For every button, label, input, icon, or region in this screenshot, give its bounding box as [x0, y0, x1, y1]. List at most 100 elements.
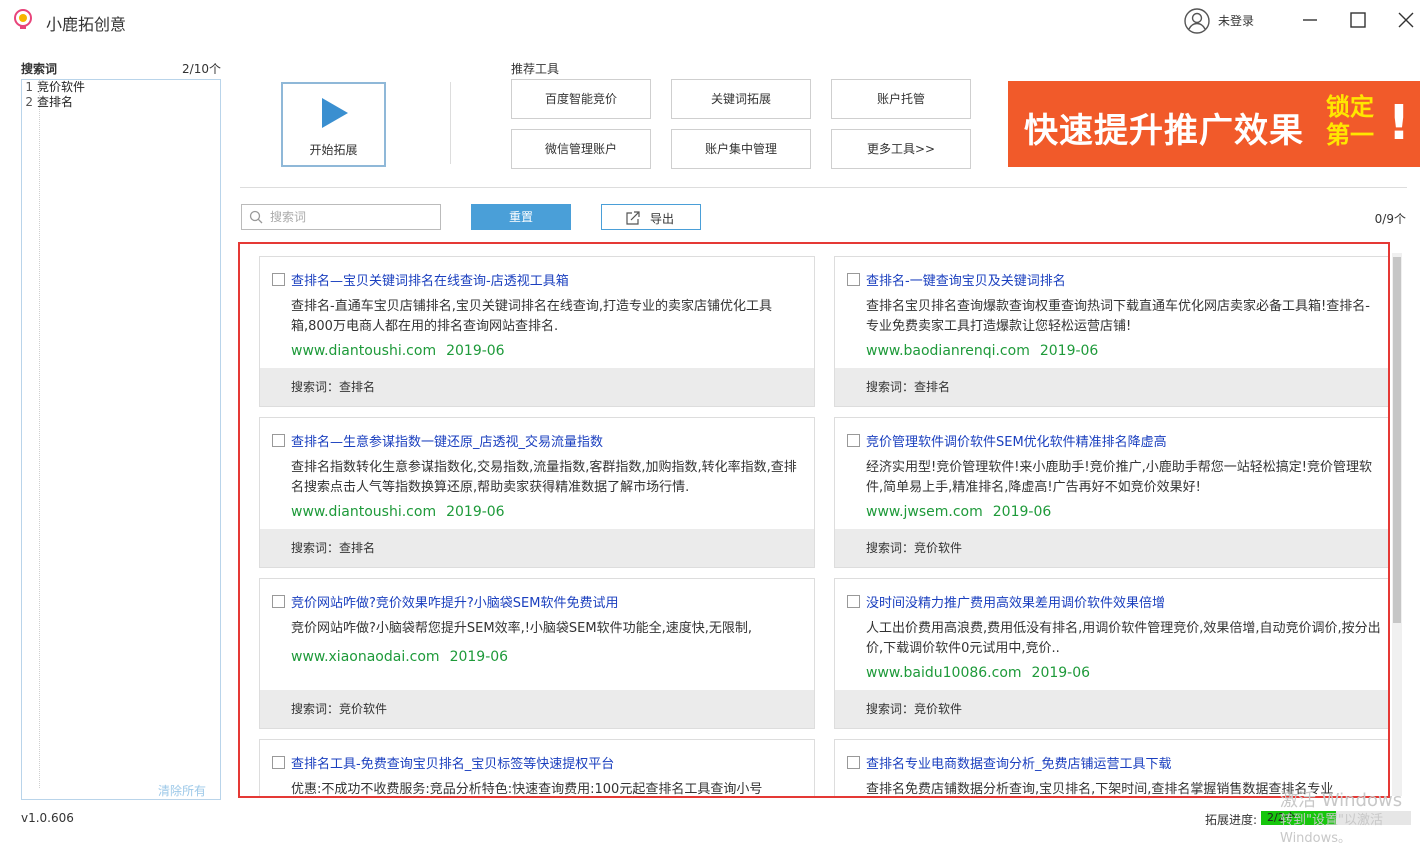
result-title-link[interactable]: 查排名-一键查询宝贝及关键词排名 [866, 270, 1066, 289]
result-title-link[interactable]: 竞价网站咋做?竞价效果咋提升?小脑袋SEM软件免费试用 [291, 592, 618, 611]
result-checkbox[interactable] [272, 756, 285, 769]
progress-text: 2/2个 [1267, 811, 1296, 824]
keyword-count: 2/10个 [182, 62, 221, 76]
result-card: 竞价网站咋做?竞价效果咋提升?小脑袋SEM软件免费试用竞价网站咋做?小脑袋帮您提… [259, 578, 815, 729]
result-date: 2019-06 [446, 504, 505, 520]
result-description: 查排名宝贝排名查询爆款查询权重查询热词下载直通车优化网店卖家必备工具箱!查排名-… [866, 299, 1370, 334]
result-title-link[interactable]: 查排名专业电商数据查询分析_免费店铺运营工具下载 [866, 753, 1172, 772]
keyword-panel: 搜索词 2/10个 1 竞价软件 2 查排名 清除所有 [21, 58, 221, 800]
result-checkbox[interactable] [272, 434, 285, 447]
keyword-list[interactable]: 1 竞价软件 2 查排名 清除所有 [21, 79, 221, 800]
app-title: 小鹿拓创意 [46, 15, 127, 34]
result-card: 查排名专业电商数据查询分析_免费店铺运营工具下载查排名免费店铺数据分析查询,宝贝… [834, 739, 1388, 797]
tool-baidu-smart-bidding-button[interactable]: 百度智能竞价 [511, 79, 651, 119]
result-checkbox[interactable] [272, 273, 285, 286]
result-url[interactable]: www.baidu10086.com [866, 665, 1022, 681]
result-card: 竞价管理软件调价软件SEM优化软件精准排名降虚高经济实用型!竞价管理软件!来小鹿… [834, 417, 1388, 568]
result-keyword-footer: 搜索词：竞价软件 [835, 529, 1388, 567]
banner-subtext: 锁定 第一 [1326, 93, 1374, 149]
result-keyword-footer: 搜索词：查排名 [260, 368, 814, 406]
result-date: 2019-06 [1031, 665, 1091, 681]
result-checkbox[interactable] [847, 595, 860, 608]
maximize-icon[interactable] [1346, 8, 1370, 32]
export-icon [626, 211, 640, 225]
toolbar-separator [240, 187, 1407, 188]
result-card: 查排名-一键查询宝贝及关键词排名查排名宝贝排名查询爆款查询权重查询热词下载直通车… [834, 256, 1388, 407]
result-url[interactable]: www.diantoushi.com [291, 343, 436, 359]
result-date: 2019-06 [446, 343, 505, 359]
keyword-line-number: 1 [25, 80, 33, 94]
result-url[interactable]: www.diantoushi.com [291, 504, 436, 520]
result-meta: www.diantoushi.com 2019-06 [291, 343, 505, 359]
reset-button[interactable]: 重置 [471, 204, 571, 230]
minimize-icon[interactable] [1298, 8, 1322, 32]
result-keyword-footer: 搜索词：竞价软件 [260, 690, 814, 728]
result-url[interactable]: www.baodianrenqi.com [866, 343, 1030, 359]
result-url[interactable]: www.jwsem.com [866, 504, 983, 520]
promo-banner[interactable]: 快速提升推广效果 锁定 第一 ! [1008, 81, 1420, 167]
result-keyword-footer: 搜索词：查排名 [260, 529, 814, 567]
keyword-item[interactable]: 2 查排名 [22, 95, 220, 110]
result-meta: www.baodianrenqi.com 2019-06 [866, 343, 1098, 359]
result-checkbox[interactable] [847, 434, 860, 447]
result-card: 查排名—宝贝关键词排名在线查询-店透视工具箱查排名-直通车宝贝店铺排名,宝贝关键… [259, 256, 815, 407]
search-input[interactable] [270, 208, 435, 226]
login-status[interactable]: 未登录 [1218, 12, 1254, 29]
result-title-link[interactable]: 查排名—生意参谋指数一键还原_店透视_交易流量指数 [291, 431, 603, 450]
result-description: 经济实用型!竞价管理软件!来小鹿助手!竞价推广,小鹿助手帮您一站轻松搞定!竞价管… [866, 460, 1372, 495]
toolbar-divider [450, 82, 451, 164]
tool-account-central-button[interactable]: 账户集中管理 [671, 129, 811, 169]
result-keyword-footer: 搜索词：查排名 [835, 368, 1388, 406]
result-title-link[interactable]: 查排名—宝贝关键词排名在线查询-店透视工具箱 [291, 270, 569, 289]
progress-label: 拓展进度: [1205, 813, 1258, 827]
title-bar: 小鹿拓创意 未登录 [0, 0, 1427, 40]
result-checkbox[interactable] [272, 595, 285, 608]
result-card: 没时间没精力推广费用高效果差用调价软件效果倍增人工出价费用高浪费,费用低没有排名… [834, 578, 1388, 729]
result-description: 查排名-直通车宝贝店铺排名,宝贝关键词排名在线查询,打造专业的卖家店铺优化工具箱… [291, 299, 772, 334]
tool-keyword-expand-button[interactable]: 关键词拓展 [671, 79, 811, 119]
play-icon [322, 98, 348, 128]
result-checkbox[interactable] [847, 273, 860, 286]
tool-more-tools-button[interactable]: 更多工具>> [831, 129, 971, 169]
result-date: 2019-06 [1039, 343, 1099, 359]
keyword-text: 竞价软件 [37, 80, 86, 94]
results-grid: 查排名—宝贝关键词排名在线查询-店透视工具箱查排名-直通车宝贝店铺排名,宝贝关键… [259, 256, 1388, 796]
result-card: 查排名—生意参谋指数一键还原_店透视_交易流量指数 查排名指数转化生意参谋指数化,… [259, 417, 815, 568]
start-expand-button[interactable]: 开始拓展 [281, 82, 386, 167]
result-title-link[interactable]: 没时间没精力推广费用高效果差用调价软件效果倍增 [866, 592, 1165, 611]
scrollbar-thumb[interactable] [1393, 257, 1401, 623]
search-box[interactable] [241, 204, 441, 230]
result-url[interactable]: www.xiaonaodai.com [291, 649, 440, 665]
user-avatar-icon[interactable] [1184, 8, 1210, 34]
result-title-link[interactable]: 竞价管理软件调价软件SEM优化软件精准排名降虚高 [866, 431, 1167, 450]
result-meta: www.diantoushi.com 2019-06 [291, 504, 505, 520]
result-keyword-footer: 搜索词：竞价软件 [835, 690, 1388, 728]
banner-headline: 快速提升推广效果 [1024, 111, 1304, 151]
results-scrollbar[interactable] [1392, 253, 1402, 796]
banner-sub-line1: 锁定 [1326, 93, 1374, 121]
tool-account-hosting-button[interactable]: 账户托管 [831, 79, 971, 119]
result-date: 2019-06 [992, 504, 1052, 520]
start-expand-label: 开始拓展 [309, 143, 358, 157]
lightbulb-logo-icon [14, 9, 32, 29]
result-description: 竞价网站咋做?小脑袋帮您提升SEM效率,!小脑袋SEM软件功能全,速度快,无限制… [291, 621, 753, 636]
result-checkbox[interactable] [847, 756, 860, 769]
keyword-line-number: 2 [25, 95, 33, 109]
export-button[interactable]: 导出 [601, 204, 701, 230]
banner-sub-line2: 第一 [1326, 121, 1374, 149]
result-meta: www.jwsem.com 2019-06 [866, 504, 1051, 520]
keyword-item[interactable]: 1 竞价软件 [22, 80, 220, 95]
recommended-tools-label: 推荐工具 [511, 62, 560, 76]
progress-bar: 2/2个 [1261, 811, 1411, 825]
result-count: 0/9个 [1374, 212, 1406, 226]
banner-exclamation: ! [1388, 95, 1410, 151]
result-title-link[interactable]: 查排名工具-免费查询宝贝排名_宝贝标签等快速提权平台 [291, 753, 614, 772]
search-icon [249, 210, 263, 224]
close-icon[interactable] [1394, 8, 1418, 32]
tool-wechat-account-button[interactable]: 微信管理账户 [511, 129, 651, 169]
result-description: 人工出价费用高浪费,费用低没有排名,用调价软件管理竞价,效果倍增,自动竞价调价,… [866, 621, 1381, 656]
clear-all-link[interactable]: 清除所有 [158, 782, 206, 799]
result-date: 2019-06 [449, 649, 509, 665]
results-area: 查排名—宝贝关键词排名在线查询-店透视工具箱查排名-直通车宝贝店铺排名,宝贝关键… [238, 242, 1390, 798]
result-description: 查排名免费店铺数据分析查询,宝贝排名,下架时间,查排名掌握销售数据查排名专业 [866, 782, 1334, 797]
